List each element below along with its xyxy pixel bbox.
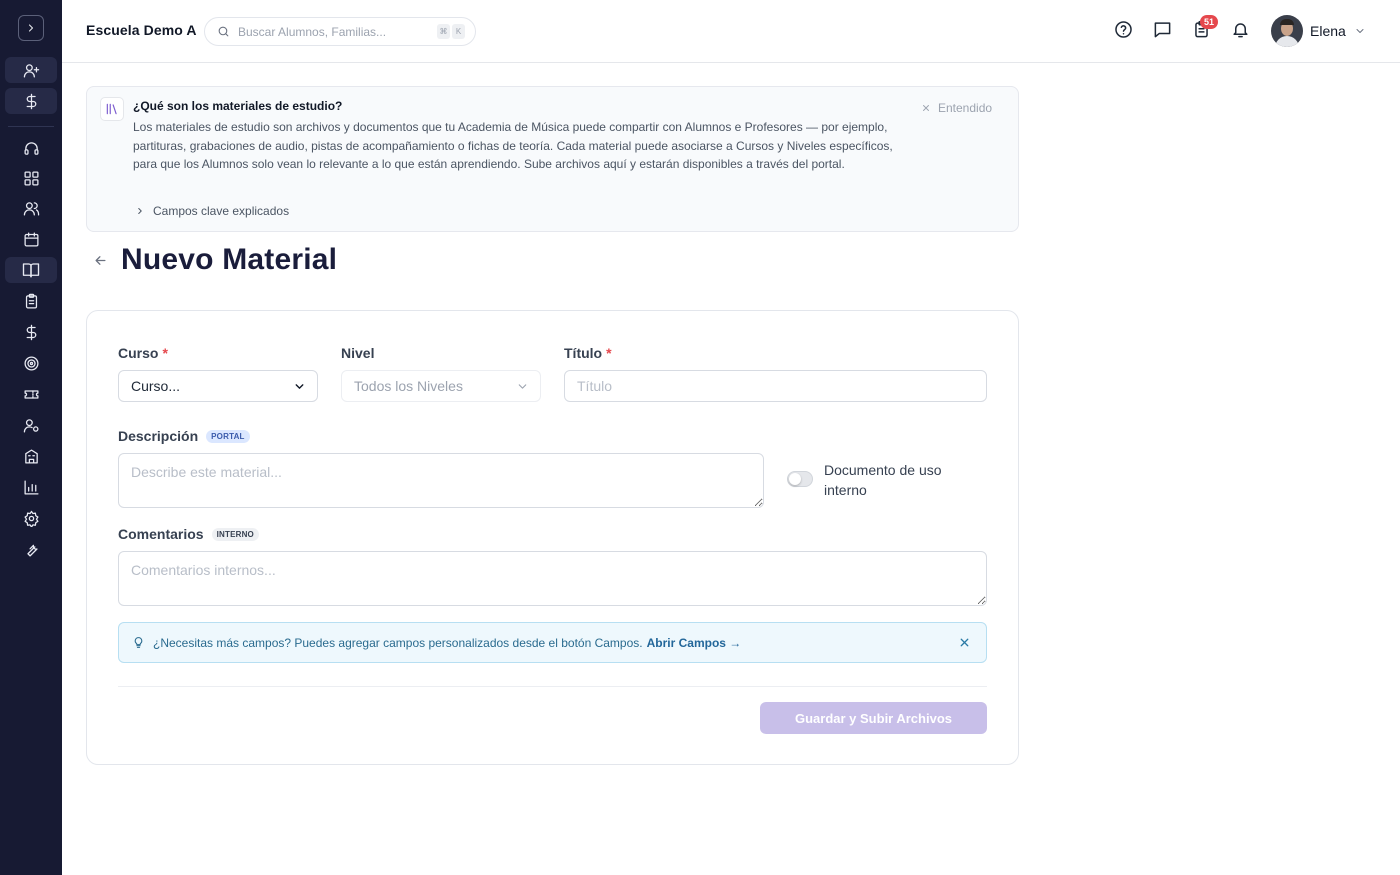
form-divider [118,686,987,687]
info-banner-body: Los materiales de estudio son archivos y… [133,120,893,171]
search-icon [218,26,229,37]
dismiss-label: Entendido [938,101,993,115]
bell-icon [1233,23,1248,38]
chevron-down-icon [295,383,304,389]
internal-badge: INTERNO [211,528,259,541]
tip-close-button[interactable] [958,636,971,649]
target-icon [23,355,39,371]
lightbulb-icon [134,637,143,648]
info-banner: ¿Qué son los materiales de estudio? Los … [86,86,1019,232]
comments-label: Comentarios INTERNO [118,526,259,542]
settings-icon [23,510,39,527]
help-circle-icon [1115,21,1132,38]
key-fields-label: Campos clave explicados [153,204,290,218]
sidebar-item-tools[interactable] [5,536,57,562]
dashboard-icon [23,170,39,186]
message-square-icon [1154,22,1171,38]
internal-use-toggle[interactable] [787,471,813,487]
sidebar-item-calendar[interactable] [5,226,57,252]
back-button[interactable] [93,253,108,268]
search-input[interactable]: Buscar Alumnos, Familias... [238,25,386,39]
notification-count-badge: 51 [1200,15,1218,29]
info-banner-title: ¿Qué son los materiales de estudio? [133,99,343,113]
messages-button[interactable] [1153,20,1172,39]
sidebar-item-settings[interactable] [5,505,57,531]
bar-chart-icon [23,479,39,495]
sidebar-item-support[interactable] [5,135,57,161]
sidebar-item-staff[interactable] [5,412,57,438]
sidebar-item-dashboard[interactable] [5,165,57,191]
save-and-upload-button[interactable]: Guardar y Subir Archivos [760,702,987,734]
headset-icon [23,141,39,155]
sidebar-item-payments[interactable] [5,319,57,345]
level-label: Nivel [341,345,375,361]
shortcut-key-k: K [452,24,465,39]
sidebar-item-tickets[interactable] [5,381,57,407]
sidebar-item-students[interactable] [5,195,57,221]
sidebar-item-goals[interactable] [5,350,57,376]
level-select-value: Todos los Niveles [354,378,463,394]
chevron-down-icon [1356,29,1364,33]
book-open-icon [22,263,40,278]
shortcut-key-cmd: ⌘ [437,24,450,39]
internal-use-label: Documento de uso interno [824,462,942,498]
ticket-icon [23,389,39,399]
title-input[interactable] [564,370,987,402]
page-title: Nuevo Material [121,243,338,276]
custom-fields-tip: ¿Necesitas más campos? Puedes agregar ca… [118,622,987,663]
open-fields-link[interactable]: Abrir Campos → [647,636,742,650]
dismiss-button[interactable]: Entendido [921,101,992,115]
description-label: Descripción PORTAL [118,428,250,444]
sidebar-divider [8,126,54,127]
clipboard-icon [25,293,37,309]
notifications-button[interactable] [1231,20,1250,39]
description-textarea[interactable] [118,453,764,508]
material-form: Curso * Curso... Nivel Todos los Niveles … [86,310,1019,765]
sidebar-item-locations[interactable] [5,443,57,469]
sidebar-item-materials[interactable] [5,257,57,283]
sidebar-item-reports[interactable] [5,474,57,500]
help-button[interactable] [1114,20,1133,39]
user-plus-icon [23,63,39,78]
dollar-icon [26,324,36,340]
chevron-right-icon [28,24,34,32]
course-label: Curso * [118,345,168,361]
avatar[interactable] [1271,15,1303,47]
user-cog-icon [23,418,39,433]
chevron-down-icon [518,383,527,389]
close-icon [960,638,969,647]
course-select[interactable]: Curso... [118,370,318,402]
key-fields-expander[interactable]: Campos clave explicados [135,204,289,218]
close-icon [923,105,929,111]
user-name[interactable]: Elena [1310,23,1346,39]
school-name: Escuela Demo A [86,22,197,38]
search-box[interactable]: Buscar Alumnos, Familias... ⌘ K [204,17,476,46]
sidebar [0,0,62,875]
sidebar-toggle-button[interactable] [18,15,44,41]
portal-badge: PORTAL [206,430,250,443]
building-icon [24,448,38,464]
sidebar-item-add-student[interactable] [5,57,57,83]
arrow-left-icon [95,256,106,265]
sidebar-item-tasks[interactable] [5,288,57,314]
comments-textarea[interactable] [118,551,987,606]
top-header: Escuela Demo A Buscar Alumnos, Familias.… [62,0,1400,63]
user-menu-button[interactable] [1354,25,1366,37]
library-icon [100,97,124,121]
dollar-icon [26,93,36,109]
wrench-icon [26,544,38,557]
sidebar-item-billing[interactable] [5,88,57,114]
level-select[interactable]: Todos los Niveles [341,370,541,402]
chevron-right-icon [138,208,142,214]
users-icon [23,201,39,216]
tip-text: ¿Necesitas más campos? Puedes agregar ca… [153,635,643,650]
calendar-icon [23,231,39,247]
title-label: Título * [564,345,612,361]
course-select-value: Curso... [131,378,181,394]
